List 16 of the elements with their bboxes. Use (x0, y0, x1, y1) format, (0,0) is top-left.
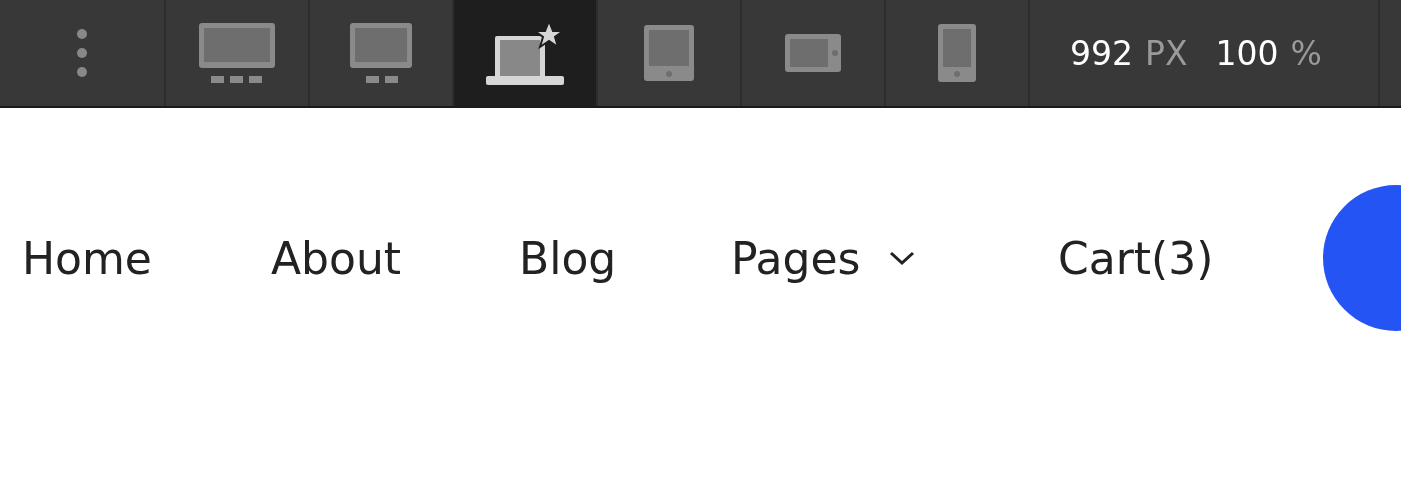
nav-link[interactable]: About (271, 232, 402, 284)
nav-link[interactable]: Home (22, 232, 152, 284)
nav-link[interactable]: Blog (519, 232, 617, 284)
nav-link[interactable]: Cart(3) (1058, 232, 1214, 284)
width-unit: PX (1145, 33, 1188, 73)
monitor-icon (349, 22, 413, 84)
zoom-value: 100 (1215, 33, 1279, 73)
nav-link[interactable]: Pages (731, 232, 917, 284)
width-value: 992 (1070, 33, 1133, 73)
more-menu-icon[interactable] (76, 28, 88, 78)
desktop-icon (198, 22, 276, 84)
breakpoint-button[interactable] (454, 0, 598, 106)
tablet-icon (784, 33, 842, 73)
tablet-icon (643, 24, 695, 82)
zoom-unit: % (1290, 33, 1322, 73)
phone-icon (937, 23, 977, 83)
